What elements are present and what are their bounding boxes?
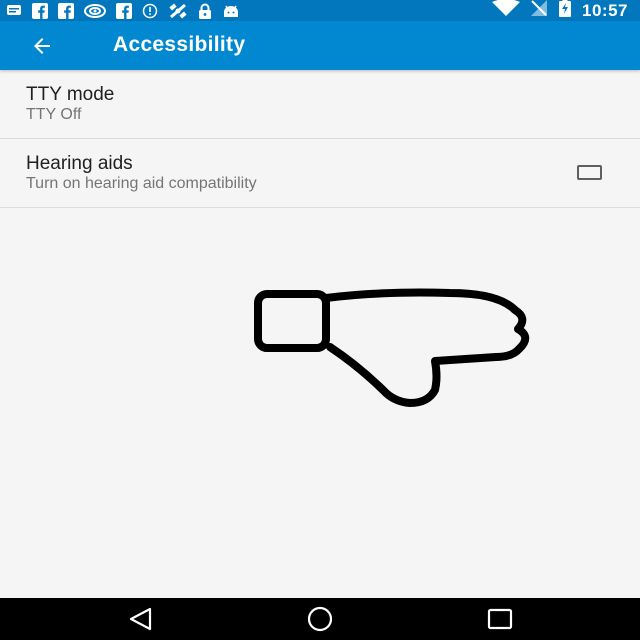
setting-summary: TTY Off [26,106,82,123]
no-signal-icon [530,0,548,22]
satellite-icon [168,2,188,20]
back-button[interactable] [22,27,62,65]
nvidia-icon [84,3,106,18]
recents-square-icon [487,608,513,630]
navigation-bar [0,598,640,640]
setting-tty-mode[interactable]: TTY mode TTY Off [0,70,640,139]
home-circle-icon [307,606,333,632]
hearing-aids-checkbox[interactable] [577,165,602,180]
status-notification-icons [6,2,240,19]
back-triangle-icon [129,607,152,631]
battery-charging-icon [558,0,572,22]
wifi-icon [492,0,521,21]
setting-hearing-aids[interactable]: Hearing aids Turn on hearing aid compati… [0,139,640,208]
facebook-icon [32,2,48,19]
settings-list: TTY mode TTY Off Hearing aids Turn on he… [0,70,640,208]
facebook-icon [58,2,74,19]
setting-title: Hearing aids [26,153,133,174]
screen: 10:57 Accessibility TTY mode TTY Off Hea… [0,0,640,640]
setting-title: TTY mode [26,84,115,105]
arrow-left-icon [34,38,50,54]
page-title: Accessibility [113,33,246,56]
status-clock: 10:57 [582,0,628,20]
lock-icon [198,3,212,19]
android-icon [222,4,240,18]
setting-summary: Turn on hearing aid compatibility [26,175,257,192]
facebook-icon [116,2,132,19]
nav-recents-button[interactable] [485,606,515,632]
status-system-icons: 10:57 [492,0,628,22]
app-bar: Accessibility [0,21,640,70]
info-icon [142,3,158,19]
message-icon [6,4,22,18]
status-bar: 10:57 [0,0,640,21]
nav-back-button[interactable] [126,606,156,632]
thumbs-down-icon [254,288,530,407]
nav-home-button[interactable] [305,606,335,632]
